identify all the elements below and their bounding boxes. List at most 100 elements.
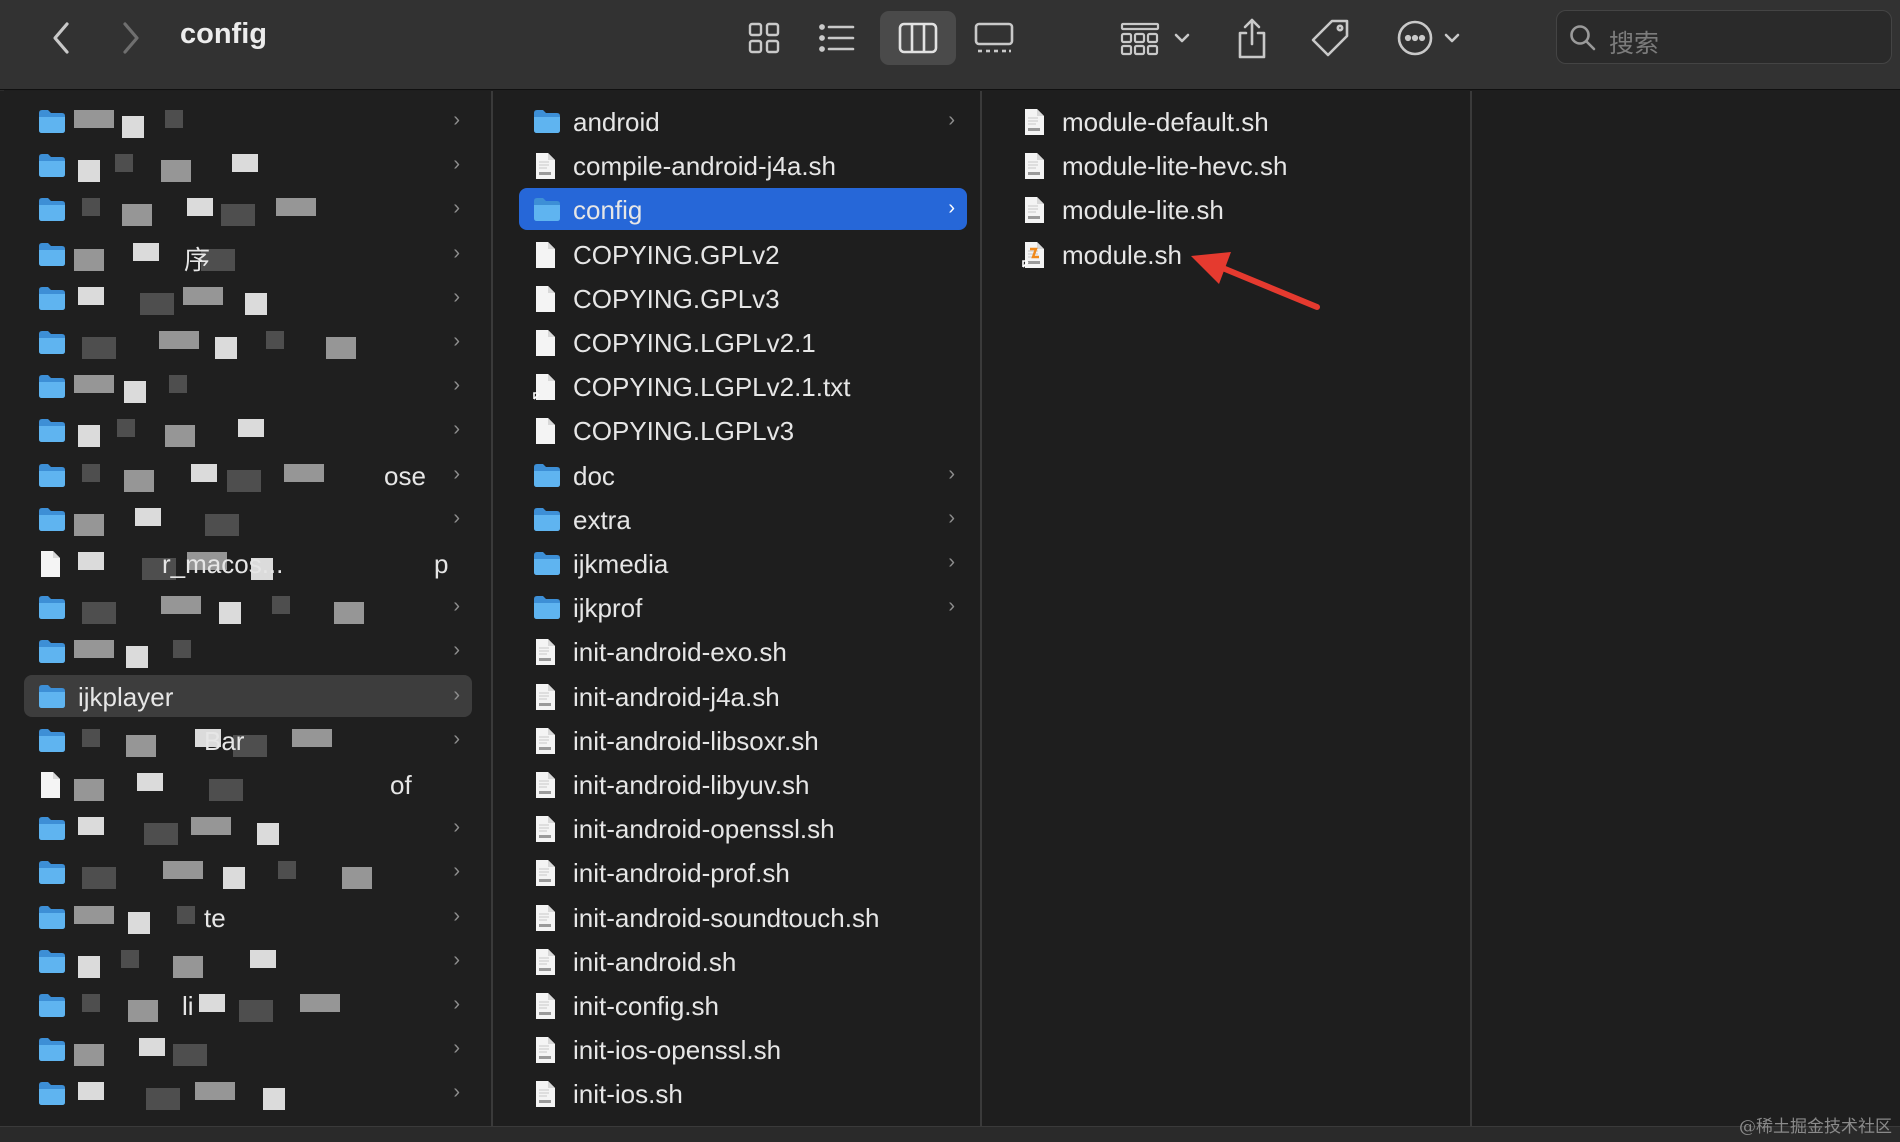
redacted-block xyxy=(122,204,152,227)
list-item[interactable]: config › xyxy=(519,188,967,231)
shell-script-icon xyxy=(533,152,561,180)
sidebar-item-selected[interactable]: ijkplayer › xyxy=(24,674,472,717)
tag-button[interactable] xyxy=(1306,14,1354,62)
folder-icon xyxy=(38,373,66,399)
redacted-block xyxy=(78,817,104,836)
list-item[interactable]: › xyxy=(24,630,472,672)
list-item[interactable]: › xyxy=(24,807,472,849)
column-empty xyxy=(1474,91,1900,1126)
item-label: compile-android-j4a.sh xyxy=(573,151,837,182)
list-item[interactable]: › xyxy=(24,365,472,407)
list-item[interactable]: › xyxy=(24,277,472,319)
list-item[interactable]: li › xyxy=(24,984,472,1026)
group-button[interactable] xyxy=(1118,14,1194,62)
item-label: module-lite.sh xyxy=(1062,195,1224,226)
list-item[interactable]: ijkmedia › xyxy=(519,542,967,584)
list-item[interactable]: ose › xyxy=(24,454,472,496)
chevron-right-icon: › xyxy=(453,639,460,662)
more-actions-button[interactable] xyxy=(1394,14,1470,62)
list-item[interactable]: init-android-libsoxr.sh xyxy=(519,719,967,761)
back-button[interactable] xyxy=(44,18,78,58)
list-item[interactable]: init-android-libyuv.sh xyxy=(519,763,967,805)
chevron-right-icon: › xyxy=(453,948,460,971)
list-item[interactable]: init-android-soundtouch.sh xyxy=(519,896,967,938)
redacted-block xyxy=(163,861,203,880)
list-item[interactable]: COPYING.GPLv2 xyxy=(519,233,967,275)
item-label: init-android-exo.sh xyxy=(573,637,787,668)
list-item[interactable]: › xyxy=(24,498,472,540)
list-item[interactable]: compile-android-j4a.sh xyxy=(519,144,967,186)
folder-icon xyxy=(533,506,561,532)
item-label: module-default.sh xyxy=(1062,107,1269,137)
redacted-block xyxy=(342,867,372,890)
document-icon xyxy=(38,771,66,798)
redacted-block xyxy=(82,867,116,890)
list-item[interactable]: init-ios-openssl.sh xyxy=(519,1028,967,1070)
list-item[interactable]: init-android-exo.sh xyxy=(519,630,967,672)
list-item[interactable]: COPYING.LGPLv2.1.txt xyxy=(519,365,967,407)
column-ijkplayer[interactable]: android › compile-android-j4a.sh config › COP… xyxy=(495,91,982,1126)
list-item[interactable]: module-lite.sh xyxy=(1008,188,1456,230)
gallery-view-button[interactable] xyxy=(968,14,1020,62)
list-item[interactable]: › xyxy=(24,321,472,363)
list-item[interactable]: init-android-j4a.sh xyxy=(519,675,967,717)
folder-icon xyxy=(38,594,66,620)
redacted-block xyxy=(128,911,150,934)
redacted-block xyxy=(199,994,225,1012)
redacted-block xyxy=(137,773,163,791)
list-item[interactable]: COPYING.LGPLv3 xyxy=(519,409,967,451)
list-item[interactable]: › xyxy=(24,188,472,230)
list-item[interactable]: 序 › xyxy=(24,233,472,275)
list-item[interactable]: init-config.sh xyxy=(519,984,967,1026)
redacted-block xyxy=(173,955,203,978)
list-item[interactable]: extra › xyxy=(519,498,967,540)
list-item[interactable]: › xyxy=(24,100,472,142)
redacted-block xyxy=(144,823,178,846)
folder-icon xyxy=(533,550,561,576)
list-item[interactable]: COPYING.GPLv3 xyxy=(519,277,967,319)
list-item[interactable]: init-ios.sh xyxy=(519,1072,967,1114)
list-item[interactable]: init-android-openssl.sh xyxy=(519,807,967,849)
chevron-right-icon: › xyxy=(453,197,460,220)
redacted-block xyxy=(139,1038,165,1057)
list-item[interactable]: of xyxy=(24,763,472,805)
list-item[interactable]: › xyxy=(24,940,472,982)
column-view-button[interactable] xyxy=(880,11,956,65)
item-label: init-android.sh xyxy=(573,946,737,977)
list-item[interactable]: › xyxy=(24,1072,472,1114)
list-item[interactable]: r_macos... p xyxy=(24,542,472,584)
search-field[interactable]: 搜索 xyxy=(1556,10,1892,64)
folder-icon xyxy=(38,196,66,222)
list-item[interactable]: android › xyxy=(519,100,967,142)
list-item[interactable]: module-default.sh xyxy=(1008,100,1456,142)
column-parent[interactable]: › › › 序 › › › › › ose › › r_macos... p › › ijkplayer › Bar… xyxy=(0,91,493,1126)
chevron-right-icon: › xyxy=(453,904,460,927)
chevron-right-icon: › xyxy=(948,506,955,529)
shell-script-icon xyxy=(533,859,561,887)
item-label: te xyxy=(204,902,226,933)
share-button[interactable] xyxy=(1230,12,1274,64)
list-item[interactable]: › xyxy=(24,144,472,186)
list-item[interactable]: doc › xyxy=(519,454,967,496)
list-item[interactable]: › xyxy=(24,409,472,451)
list-item[interactable]: init-android-prof.sh xyxy=(519,851,967,893)
redacted-block xyxy=(82,994,100,1012)
icon-view-button[interactable] xyxy=(740,14,788,62)
list-item[interactable]: te › xyxy=(24,896,472,938)
redacted-block xyxy=(115,154,133,173)
list-item[interactable]: › xyxy=(24,1028,472,1070)
list-item[interactable]: › xyxy=(24,586,472,628)
list-item[interactable]: init-android.sh xyxy=(519,940,967,982)
list-view-button[interactable] xyxy=(812,14,862,62)
item-label: ijkplayer xyxy=(78,681,174,712)
forward-button[interactable] xyxy=(114,18,148,58)
list-item[interactable]: Bar › xyxy=(24,719,472,761)
redacted-block xyxy=(121,949,139,968)
chevron-right-icon: › xyxy=(453,241,460,264)
list-item[interactable]: module-lite-hevc.sh xyxy=(1008,144,1456,186)
list-item[interactable]: COPYING.LGPLv2.1 xyxy=(519,321,967,363)
list-item[interactable]: › xyxy=(24,851,472,893)
list-item[interactable]: ijkprof › xyxy=(519,586,967,628)
redacted-block xyxy=(161,160,191,183)
folder-icon xyxy=(38,638,66,664)
